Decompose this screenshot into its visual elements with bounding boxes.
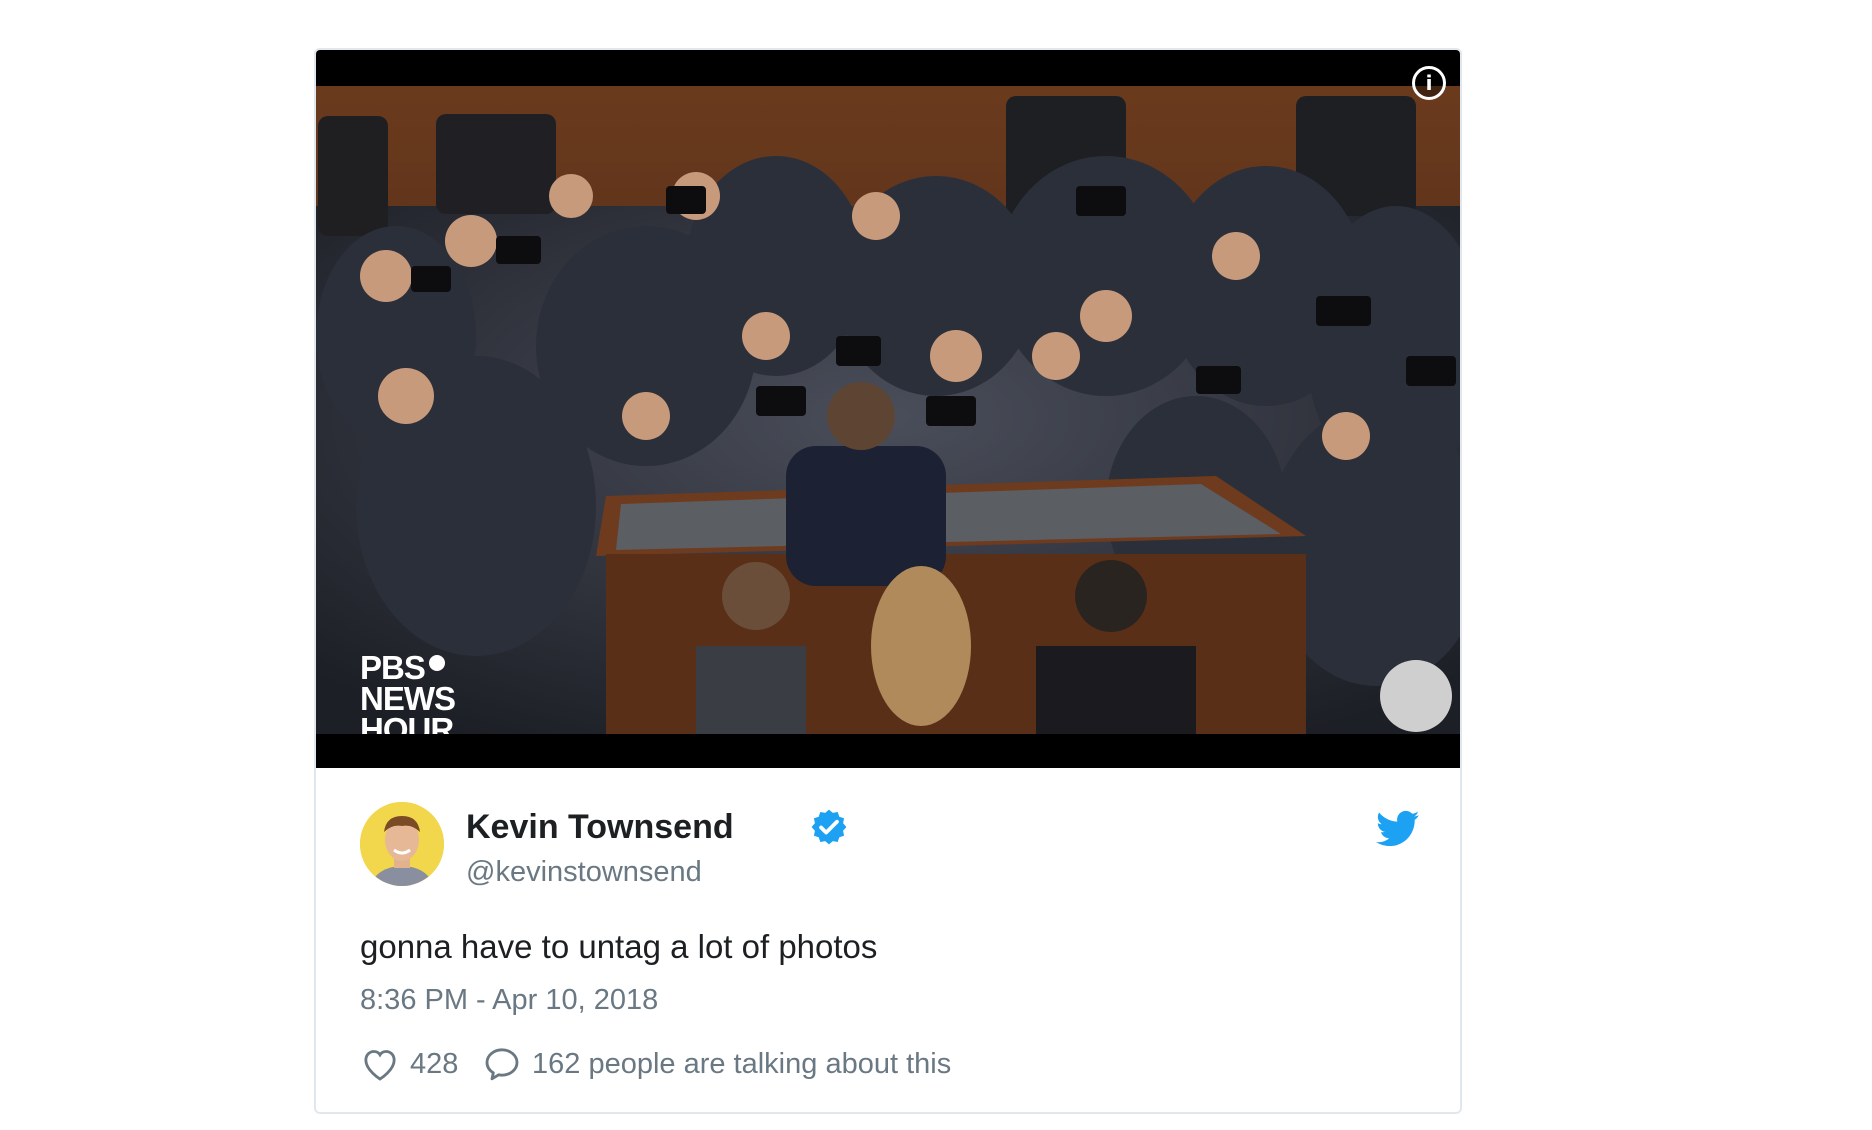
talking-count: 162 people are talking about this [532,1047,952,1080]
tweet-actions: 428 162 people are talking about this [360,1042,1260,1086]
reply-button[interactable]: 162 people are talking about this [482,1042,951,1086]
tweet-text: gonna have to untag a lot of photos [360,928,878,965]
verified-icon [811,809,847,845]
avatar-image [360,802,444,886]
avatar[interactable] [360,802,444,886]
logo-line-3: HOUR [360,711,454,734]
like-button[interactable]: 428 [360,1042,458,1086]
pbs-newshour-logo: PBS NEWS HOUR [360,651,456,734]
press-photo[interactable]: PBS NEWS HOUR [316,86,1460,734]
heart-icon [364,1050,396,1081]
tweet-author: Kevin Townsend @kevinstownsend [360,802,1420,892]
pbs-head-icon [428,655,445,671]
like-count: 428 [410,1047,459,1080]
author-name[interactable]: Kevin Townsend [466,808,734,847]
logo-line-2: NEWS [360,680,456,717]
tweet-timestamp[interactable]: 8:36 PM - Apr 10, 2018 [360,984,658,1017]
author-handle[interactable]: @kevinstownsend [466,856,702,889]
tweet-media[interactable]: PBS NEWS HOUR i [316,50,1460,768]
reply-icon [485,1048,519,1081]
twitter-bird-icon[interactable] [1376,810,1420,848]
tweet-embed-card: PBS NEWS HOUR i Kevin Townsend @kevinsto… [314,48,1462,1114]
photographers-image [316,86,1460,734]
info-icon[interactable]: i [1412,66,1446,100]
